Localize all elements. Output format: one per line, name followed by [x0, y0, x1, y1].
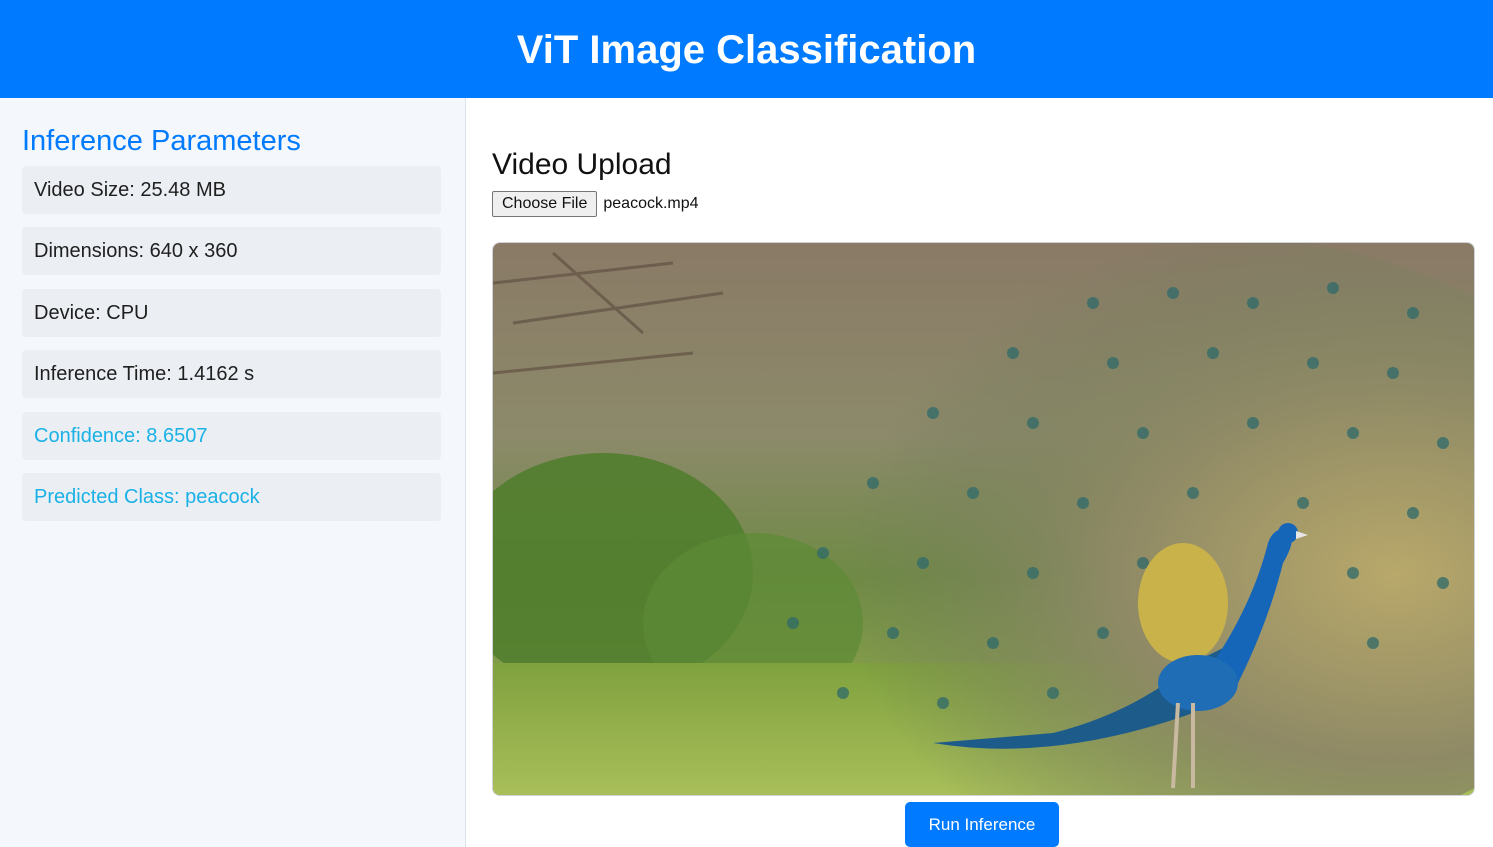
- main-panel: Video Upload Choose File peacock.mp4 Run…: [467, 98, 1493, 847]
- choose-file-button[interactable]: Choose File: [492, 191, 598, 217]
- param-confidence: Confidence: 8.6507: [22, 412, 441, 460]
- param-device: Device: CPU: [22, 289, 441, 337]
- section-title: Video Upload: [492, 148, 672, 181]
- file-input[interactable]: Choose File peacock.mp4: [492, 191, 699, 217]
- param-video-size: Video Size: 25.48 MB: [22, 166, 441, 214]
- param-predicted-class: Predicted Class: peacock: [22, 473, 441, 521]
- sidebar: Inference Parameters Video Size: 25.48 M…: [0, 98, 466, 847]
- param-dimensions: Dimensions: 640 x 360: [22, 227, 441, 275]
- app-header: ViT Image Classification: [0, 0, 1493, 98]
- video-player[interactable]: [492, 242, 1475, 796]
- page-title: ViT Image Classification: [516, 27, 977, 72]
- sidebar-title: Inference Parameters: [22, 125, 301, 157]
- run-inference-button[interactable]: Run Inference: [905, 802, 1059, 847]
- selected-file-name: peacock.mp4: [603, 195, 699, 212]
- param-inference-time: Inference Time: 1.4162 s: [22, 350, 441, 398]
- video-frame-image: [493, 243, 1474, 795]
